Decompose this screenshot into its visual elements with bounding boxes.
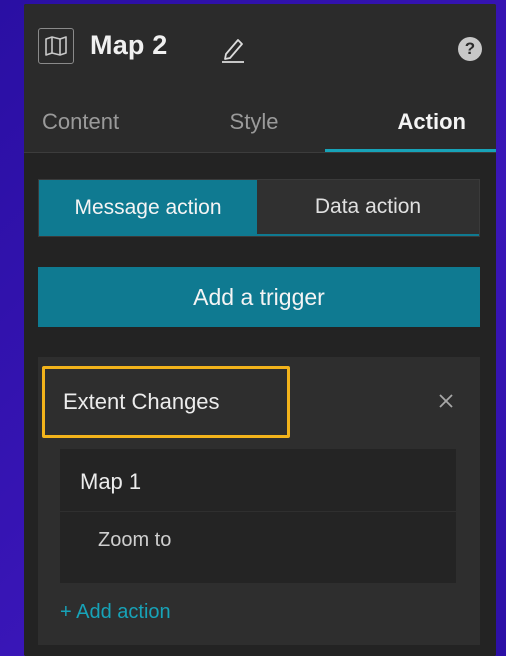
trigger-event-label[interactable]: Extent Changes — [42, 366, 290, 438]
tab-action[interactable]: Action — [324, 92, 496, 152]
add-trigger-button[interactable]: Add a trigger — [38, 267, 480, 327]
widget-title: Map 2 — [90, 30, 168, 60]
action-settings-content: Message action Data action Add a trigger… — [24, 153, 496, 656]
action-divider — [60, 511, 456, 512]
action-item[interactable]: Map 1 Zoom to — [60, 449, 456, 583]
action-type-toggle: Message action Data action — [38, 179, 480, 237]
settings-panel: Map 2 ? Content Style Action Message act… — [24, 4, 496, 656]
panel-header: Map 2 ? — [24, 4, 496, 92]
trigger-card: Extent Changes Map 1 Zoom to + Add actio… — [38, 357, 480, 645]
tab-style[interactable]: Style — [183, 92, 324, 152]
add-action-link[interactable]: + Add action — [60, 601, 171, 624]
action-name-label: Zoom to — [98, 529, 172, 551]
tab-content[interactable]: Content — [24, 92, 183, 152]
help-icon[interactable]: ? — [458, 37, 482, 61]
pencil-icon[interactable] — [220, 34, 246, 64]
message-action-button[interactable]: Message action — [39, 180, 257, 236]
close-icon[interactable] — [434, 389, 458, 413]
action-target-label: Map 1 — [80, 469, 142, 494]
map-icon — [38, 28, 74, 64]
tab-bar: Content Style Action — [24, 92, 496, 152]
data-action-button[interactable]: Data action — [257, 180, 479, 236]
